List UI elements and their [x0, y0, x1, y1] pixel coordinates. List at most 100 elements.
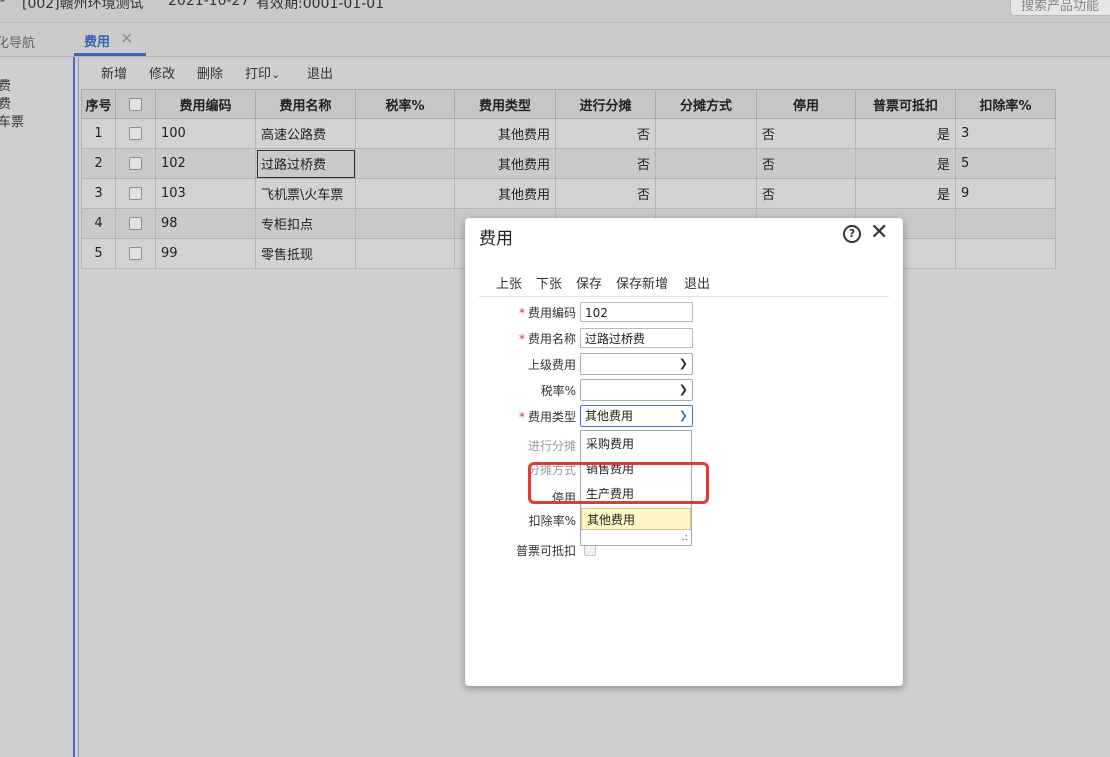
table-row[interactable]: 3 103 飞机票\火车票 其他费用 否 否 是 9	[81, 178, 1056, 209]
checkbox-icon[interactable]	[129, 187, 142, 200]
cell-tax[interactable]	[355, 118, 455, 149]
sidebar-item[interactable]: 费	[0, 75, 11, 94]
prev-record-button[interactable]: 上张	[496, 273, 522, 292]
header-type[interactable]: 费用类型	[454, 89, 556, 119]
close-icon[interactable]: ✕	[870, 220, 888, 246]
global-search-input[interactable]: 搜索产品功能	[1010, 0, 1110, 16]
cell-type[interactable]: 其他费用	[454, 118, 556, 149]
cell-disabled[interactable]: 否	[756, 178, 856, 209]
sidebar-item[interactable]: 车票	[0, 111, 24, 130]
save-button[interactable]: 保存	[576, 273, 602, 292]
delete-button[interactable]: 删除	[197, 63, 223, 82]
cell-select[interactable]	[115, 178, 156, 209]
resize-grip-icon[interactable]: .:	[681, 532, 688, 543]
cell-name[interactable]: 高速公路费	[255, 118, 356, 149]
header-method[interactable]: 分摊方式	[655, 89, 757, 119]
cell-disabled[interactable]: 否	[756, 118, 856, 149]
top-bar: - [002]赣州环境测试 2021-10-27 有效期:0001-01-01 …	[0, 0, 1110, 23]
header-tax[interactable]: 税率%	[355, 89, 455, 119]
splitter-bar[interactable]	[73, 57, 75, 757]
cell-method[interactable]	[655, 178, 757, 209]
add-button[interactable]: 新增	[101, 63, 127, 82]
cell-disabled[interactable]: 否	[756, 148, 856, 179]
table-row[interactable]: 2 102 过路过桥费 其他费用 否 否 是 5	[81, 148, 1056, 179]
cell-deduct[interactable]: 是	[855, 178, 956, 209]
cell-code[interactable]: 102	[155, 148, 256, 179]
checkbox-icon[interactable]	[129, 127, 142, 140]
checkbox-icon[interactable]	[129, 97, 142, 111]
cell-code[interactable]: 98	[155, 208, 256, 239]
cell-alloc[interactable]: 否	[555, 148, 656, 179]
dialog-toolbar: 上张 下张 保存 保存新增 退出	[479, 266, 889, 297]
search-placeholder: 搜索产品功能	[1021, 0, 1100, 14]
edit-button[interactable]: 修改	[149, 63, 175, 82]
cell-select[interactable]	[115, 208, 156, 239]
cell-method[interactable]	[655, 118, 757, 149]
print-button[interactable]: 打印⌄	[245, 63, 280, 82]
type-label: * 费用类型	[518, 410, 576, 424]
name-label: * 费用名称	[518, 332, 576, 346]
cell-rate[interactable]: 5	[955, 148, 1056, 179]
top-left-mark: -	[0, 0, 6, 9]
code-label: * 费用编码	[518, 306, 576, 320]
header-disabled[interactable]: 停用	[756, 89, 856, 119]
option-purchase[interactable]: 采购费用	[581, 433, 691, 455]
checkbox-icon[interactable]	[129, 247, 142, 260]
next-record-button[interactable]: 下张	[536, 273, 562, 292]
cell-rate[interactable]: 3	[955, 118, 1056, 149]
cell-index: 1	[81, 118, 116, 149]
table-row[interactable]: 1 100 高速公路费 其他费用 否 否 是 3	[81, 118, 1056, 149]
cell-tax[interactable]	[355, 238, 455, 269]
cell-deduct[interactable]: 是	[855, 118, 956, 149]
checkbox-icon[interactable]	[129, 217, 142, 230]
print-label: 打印	[245, 67, 272, 82]
header-index[interactable]: 序号	[81, 89, 116, 119]
tab-close-icon[interactable]: ×	[120, 28, 133, 47]
required-mark: *	[518, 332, 525, 346]
cell-select[interactable]	[115, 118, 156, 149]
cell-method[interactable]	[655, 148, 757, 179]
cell-rate[interactable]	[955, 238, 1056, 269]
alloc-label: 进行分摊	[527, 439, 576, 453]
header-code[interactable]: 费用编码	[155, 89, 256, 119]
parent-select[interactable]: ❯	[580, 353, 693, 375]
cell-name[interactable]: 零售抵现	[255, 238, 356, 269]
cell-tax[interactable]	[355, 208, 455, 239]
cell-code[interactable]: 100	[155, 118, 256, 149]
option-other[interactable]: 其他费用	[581, 508, 691, 530]
header-select-all[interactable]	[115, 89, 156, 119]
cell-type[interactable]: 其他费用	[454, 148, 556, 179]
help-icon[interactable]: ?	[843, 225, 861, 243]
cell-name[interactable]: 专柜扣点	[255, 208, 356, 239]
cell-code[interactable]: 99	[155, 238, 256, 269]
header-alloc[interactable]: 进行分摊	[555, 89, 656, 119]
cell-type[interactable]: 其他费用	[454, 178, 556, 209]
cell-select[interactable]	[115, 238, 156, 269]
tab-expense[interactable]: 费用 ×	[74, 28, 146, 56]
cell-rate[interactable]	[955, 208, 1056, 239]
cell-deduct[interactable]: 是	[855, 148, 956, 179]
checkbox-icon[interactable]	[129, 157, 142, 170]
cell-tax[interactable]	[355, 178, 455, 209]
cell-rate[interactable]: 9	[955, 178, 1056, 209]
cell-select[interactable]	[115, 148, 156, 179]
header-name[interactable]: 费用名称	[255, 89, 356, 119]
sidebar-item[interactable]: 费	[0, 93, 11, 112]
cell-alloc[interactable]: 否	[555, 178, 656, 209]
cell-name-selected[interactable]: 过路过桥费	[255, 148, 356, 179]
name-input[interactable]: 过路过桥费	[580, 328, 693, 348]
type-select[interactable]: 其他费用 ❯	[580, 405, 693, 427]
exit-button[interactable]: 退出	[307, 63, 333, 82]
header-rate[interactable]: 扣除率%	[955, 89, 1056, 119]
cell-code[interactable]: 103	[155, 178, 256, 209]
code-input[interactable]: 102	[580, 302, 693, 322]
dialog-exit-button[interactable]: 退出	[684, 273, 710, 292]
tax-label: 税率%	[540, 384, 576, 398]
tab-navigation[interactable]: 化导航	[0, 32, 35, 51]
save-and-new-button[interactable]: 保存新增	[616, 273, 668, 292]
cell-tax[interactable]	[355, 148, 455, 179]
header-deduct[interactable]: 普票可抵扣	[855, 89, 956, 119]
cell-alloc[interactable]: 否	[555, 118, 656, 149]
cell-name[interactable]: 飞机票\火车票	[255, 178, 356, 209]
tax-select[interactable]: ❯	[580, 379, 693, 401]
